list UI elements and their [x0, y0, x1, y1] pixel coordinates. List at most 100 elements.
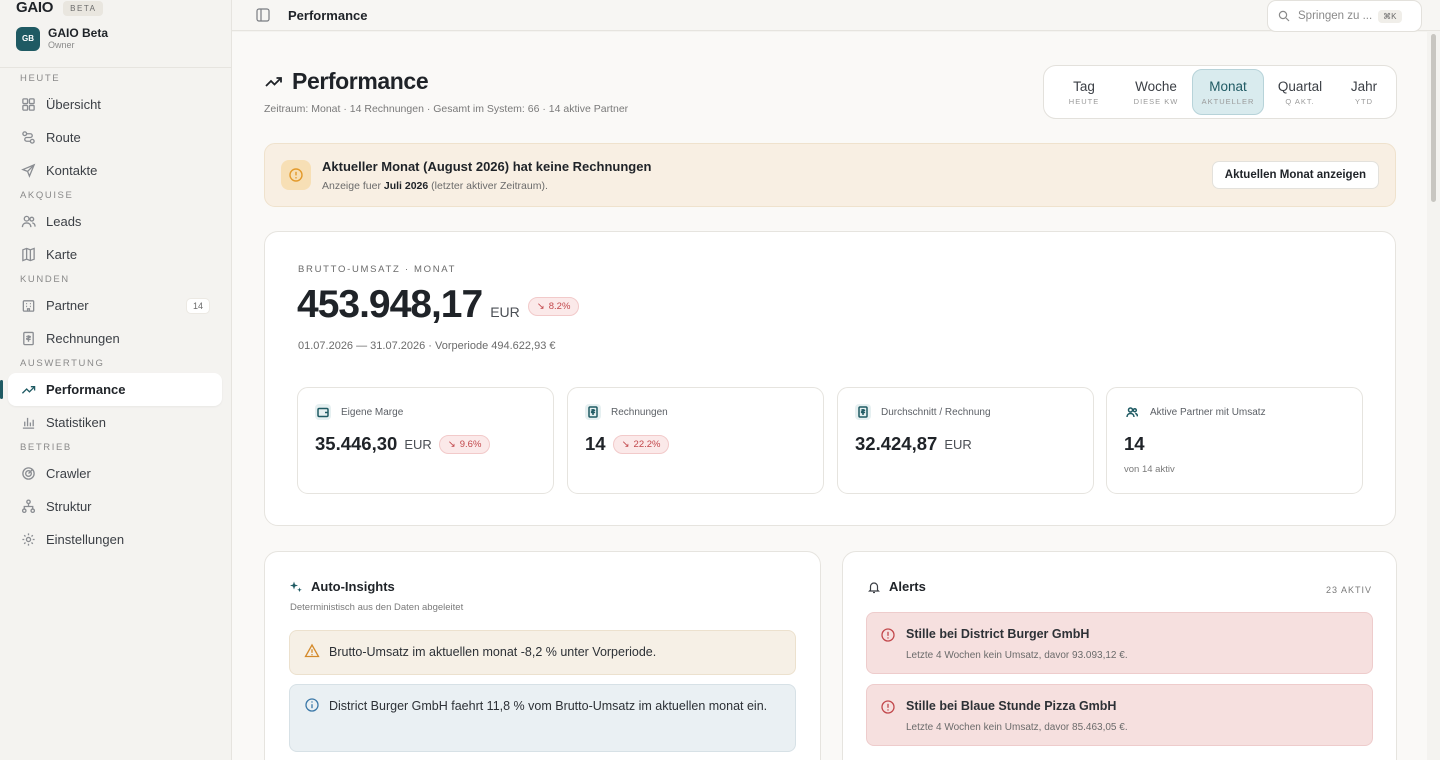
bell-icon	[868, 581, 880, 593]
warning-icon	[281, 160, 311, 190]
period-tab-jahr[interactable]: Jahr YTD	[1336, 69, 1392, 115]
sidebar-item-crawler[interactable]: Crawler	[0, 457, 232, 490]
radar-icon	[20, 466, 36, 482]
kpi-delta-badge: ↘ 9.6%	[438, 434, 491, 454]
partner-count-badge: 14	[185, 297, 210, 314]
nav-section-heute: HEUTE	[20, 73, 61, 84]
alert-title: Stille bei District Burger GmbH	[906, 627, 1090, 641]
period-tab-label: Jahr	[1350, 78, 1378, 94]
hierarchy-icon	[20, 499, 36, 515]
period-tab-label: Quartal	[1277, 78, 1323, 94]
sidebar-nav: HEUTE Übersicht Route Kontakte AKQUISE L…	[0, 70, 232, 556]
sidebar-item-statistiken[interactable]: Statistiken	[0, 406, 232, 439]
banner-title: Aktueller Monat (August 2026) hat keine …	[322, 159, 652, 174]
alerts-card: Alerts 23 AKTIV Stille bei District Burg…	[842, 551, 1397, 760]
sidebar-divider	[0, 67, 232, 68]
period-tab-label: Tag	[1073, 78, 1095, 94]
sidebar-item-route[interactable]: Route	[0, 121, 232, 154]
wallet-icon	[315, 404, 331, 420]
revenue-range: 01.07.2026 — 31.07.2026 · Vorperiode 494…	[298, 340, 556, 352]
sidebar-item-label: Route	[46, 130, 81, 145]
kpi-note: von 14 aktiv	[1124, 464, 1175, 475]
breadcrumb: Performance	[288, 8, 368, 23]
trend-icon	[20, 382, 36, 398]
kpi-value: 32.424,87	[855, 433, 938, 454]
insights-subtitle: Deterministisch aus den Daten abgeleitet	[290, 602, 464, 613]
alert-description: Letzte 4 Wochen kein Umsatz, davor 85.46…	[906, 722, 1128, 733]
kpi-delta-badge: ↘ 22.2%	[612, 434, 670, 454]
brand-name: GAIO	[16, 0, 54, 16]
revenue-currency: EUR	[490, 304, 520, 320]
page-scrollbar[interactable]	[1431, 34, 1436, 202]
org-name: GAIO Beta	[48, 26, 109, 40]
alert-circle-icon	[881, 628, 895, 642]
sidebar-item-uebersicht[interactable]: Übersicht	[0, 88, 232, 121]
banner-description: Anzeige fuer Juli 2026 (letzter aktiver …	[322, 180, 548, 192]
sidebar-item-label: Partner	[46, 298, 89, 313]
route-icon	[20, 130, 36, 146]
receipt-icon	[20, 331, 36, 347]
sidebar-item-karte[interactable]: Karte	[0, 238, 232, 271]
main-content: Performance Zeitraum: Monat · 14 Rechnun…	[232, 32, 1427, 760]
building-icon	[20, 298, 36, 314]
sidebar-item-struktur[interactable]: Struktur	[0, 490, 232, 523]
sparkle-icon	[290, 581, 302, 592]
info-icon	[305, 698, 319, 712]
invoice-icon	[585, 404, 601, 420]
sidebar-item-label: Leads	[46, 214, 82, 229]
sidebar-toggle-icon[interactable]	[256, 8, 270, 22]
org-avatar: GB	[16, 26, 40, 51]
kpi-currency: EUR	[404, 436, 432, 452]
sidebar-item-kontakte[interactable]: Kontakte	[0, 154, 232, 187]
map-icon	[20, 247, 36, 263]
sidebar-item-label: Statistiken	[46, 415, 106, 430]
sidebar-item-einstellungen[interactable]: Einstellungen	[0, 523, 232, 556]
sidebar-item-partner[interactable]: Partner 14	[0, 289, 232, 322]
trend-down-icon: ↘	[536, 301, 545, 312]
sidebar-item-label: Struktur	[46, 499, 92, 514]
alerts-count: 23 AKTIV	[1325, 585, 1372, 595]
sidebar-item-rechnungen[interactable]: Rechnungen	[0, 322, 232, 355]
period-tab-quartal[interactable]: Quartal Q AKT.	[1264, 69, 1336, 115]
alert-item[interactable]: Stille bei District Burger GmbH Letzte 4…	[866, 612, 1373, 674]
beta-badge: BETA	[63, 0, 104, 16]
kpi-label: Aktive Partner mit Umsatz	[1150, 406, 1266, 418]
kpi-card-marge: Eigene Marge 35.446,30 EUR ↘ 9.6%	[297, 387, 554, 494]
show-current-month-button[interactable]: Aktuellen Monat anzeigen	[1211, 161, 1379, 189]
trend-down-icon: ↘	[621, 438, 630, 450]
revenue-amount: 453.948,17	[297, 283, 483, 326]
sidebar-item-leads[interactable]: Leads	[0, 205, 232, 238]
kpi-label: Eigene Marge	[341, 406, 404, 418]
brand: GAIO BETA	[16, 0, 104, 16]
trend-down-icon: ↘	[447, 438, 456, 450]
period-tab-sub: AKTUELLER	[1201, 96, 1255, 106]
period-tab-woche[interactable]: Woche DIESE KW	[1120, 69, 1192, 115]
org-switcher[interactable]: GB GAIO Beta Owner	[16, 26, 108, 51]
insight-item: Brutto-Umsatz im aktuellen monat -8,2 % …	[289, 630, 796, 675]
sidebar-item-label: Crawler	[46, 466, 91, 481]
insights-title: Auto-Insights	[289, 579, 395, 594]
search-input[interactable]: Springen zu ... ⌘K	[1267, 0, 1422, 32]
period-tab-sub: HEUTE	[1068, 96, 1100, 106]
page-title: Performance	[264, 68, 429, 95]
kpi-label: Durchschnitt / Rechnung	[881, 406, 991, 418]
grid-icon	[20, 97, 36, 113]
search-placeholder: Springen zu ...	[1298, 10, 1373, 22]
topbar: Performance Springen zu ... ⌘K	[232, 0, 1440, 32]
nav-section-akquise: AKQUISE	[20, 190, 74, 201]
revenue-value: 453.948,17 EUR ↘ 8.2%	[297, 283, 580, 327]
kpi-value: 35.446,30	[315, 433, 398, 454]
alert-circle-icon	[881, 700, 895, 714]
nav-section-kunden: KUNDEN	[20, 274, 70, 285]
alert-item[interactable]: Stille bei Blaue Stunde Pizza GmbH Letzt…	[866, 684, 1373, 746]
revenue-eyebrow: BRUTTO-UMSATZ · MONAT	[298, 264, 457, 275]
search-icon	[1278, 10, 1290, 22]
period-tab-monat[interactable]: Monat AKTUELLER	[1192, 69, 1264, 115]
period-tab-tag[interactable]: Tag HEUTE	[1048, 69, 1120, 115]
sidebar-item-performance[interactable]: Performance	[0, 373, 222, 406]
alerts-title: Alerts	[867, 579, 926, 594]
sidebar-item-label: Übersicht	[46, 97, 101, 112]
shortcut-badge: ⌘K	[1378, 9, 1402, 23]
period-selector: Tag HEUTE Woche DIESE KW Monat AKTUELLER…	[1043, 65, 1397, 119]
kpi-card-durchschnitt: Durchschnitt / Rechnung 32.424,87 EUR	[837, 387, 1094, 494]
